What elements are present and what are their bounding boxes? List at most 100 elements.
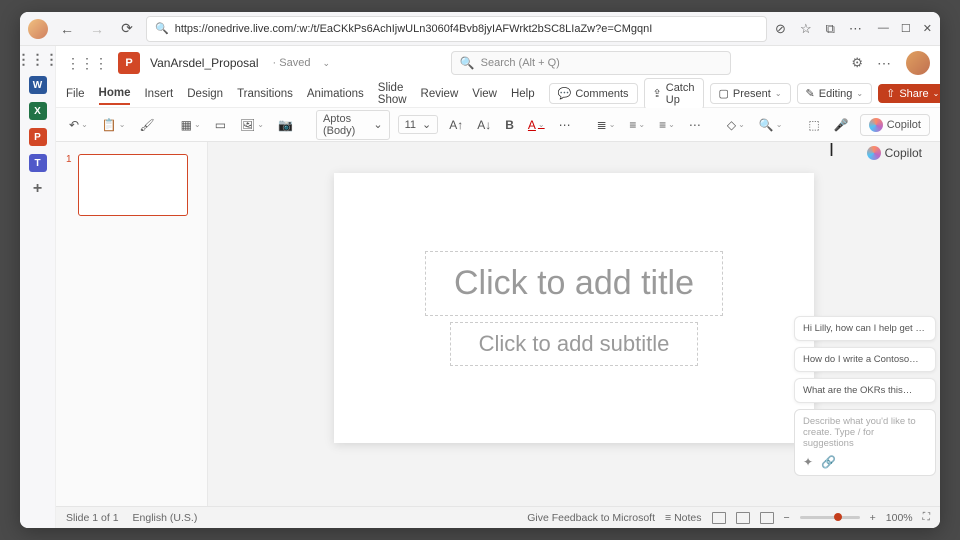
tab-transitions[interactable]: Transitions bbox=[237, 84, 293, 104]
address-bar[interactable]: 🔍 https://onedrive.live.com/:w:/t/EaCKkP… bbox=[146, 16, 767, 42]
notes-button[interactable]: ≡ Notes bbox=[665, 512, 701, 524]
image-button[interactable]: 🖼⌄ bbox=[237, 116, 267, 134]
tracking-icon[interactable]: ⊘ bbox=[775, 21, 786, 37]
profile-avatar-icon[interactable] bbox=[28, 19, 48, 39]
close-button[interactable]: ✕ bbox=[923, 22, 932, 35]
zoom-level[interactable]: 100% bbox=[886, 512, 913, 524]
new-slide-button[interactable]: ▦⌄ bbox=[178, 116, 204, 134]
editing-button[interactable]: ✎ Editing⌄ bbox=[797, 83, 873, 104]
search-placeholder: Search (Alt + Q) bbox=[481, 57, 560, 69]
title-chevron-icon[interactable]: ⌄ bbox=[322, 58, 330, 69]
bold-button[interactable]: B bbox=[502, 116, 517, 134]
slide-thumbnails: 1 bbox=[56, 142, 208, 506]
copilot-input-placeholder: Describe what you'd like to create. Type… bbox=[803, 416, 927, 449]
collections-icon[interactable]: ⧉ bbox=[826, 21, 835, 37]
catchup-button[interactable]: ⇪ Catch Up bbox=[644, 78, 704, 110]
tab-slideshow[interactable]: Slide Show bbox=[378, 78, 407, 110]
tab-animations[interactable]: Animations bbox=[307, 84, 364, 104]
find-button[interactable]: 🔍⌄ bbox=[756, 116, 786, 134]
forward-button: → bbox=[86, 18, 108, 40]
copilot-suggestion-2[interactable]: What are the OKRs this… bbox=[794, 378, 936, 403]
subtitle-placeholder[interactable]: Click to add subtitle bbox=[450, 322, 699, 366]
photo-button[interactable]: 📷 bbox=[275, 116, 296, 134]
word-icon[interactable]: W bbox=[29, 76, 47, 94]
layout-button[interactable]: ▭ bbox=[212, 116, 229, 134]
settings-icon[interactable]: ⚙ bbox=[851, 55, 863, 71]
search-mag-icon: 🔍 bbox=[460, 56, 475, 70]
copilot-label: Copilot bbox=[885, 146, 922, 160]
decrease-font-icon[interactable]: A↓ bbox=[474, 116, 494, 134]
copilot-input[interactable]: Describe what you'd like to create. Type… bbox=[794, 409, 936, 476]
font-color-button[interactable]: A⌄ bbox=[525, 116, 548, 134]
font-select[interactable]: Aptos (Body)⌄ bbox=[316, 110, 390, 140]
thumb-number: 1 bbox=[66, 154, 72, 216]
slide-thumbnail-1[interactable] bbox=[78, 154, 188, 216]
addins-icon[interactable]: ▦ bbox=[938, 116, 940, 134]
tab-insert[interactable]: Insert bbox=[144, 84, 173, 104]
slide-1: Click to add title Click to add subtitle bbox=[334, 173, 814, 443]
shapes-button[interactable]: ◇⌄ bbox=[724, 116, 748, 134]
share-button[interactable]: ⇧ Share⌄ bbox=[878, 84, 940, 103]
maximize-button[interactable]: ☐ bbox=[901, 22, 911, 35]
sparkle-icon[interactable]: ✦ bbox=[803, 455, 813, 469]
add-app-icon[interactable]: + bbox=[29, 180, 47, 198]
comments-button[interactable]: 💬 Comments bbox=[549, 83, 638, 104]
present-button[interactable]: ▢ Present⌄ bbox=[710, 83, 791, 104]
more-para-icon[interactable]: ⋯ bbox=[686, 116, 704, 134]
slide-counter[interactable]: Slide 1 of 1 bbox=[66, 512, 119, 524]
tab-home[interactable]: Home bbox=[99, 83, 131, 105]
back-button[interactable]: ← bbox=[56, 18, 78, 40]
normal-view-icon[interactable] bbox=[712, 512, 726, 524]
favorite-icon[interactable]: ☆ bbox=[800, 21, 812, 37]
tab-view[interactable]: View bbox=[472, 84, 497, 104]
designer-button[interactable]: ⬚ bbox=[805, 116, 822, 134]
tab-design[interactable]: Design bbox=[187, 84, 223, 104]
overflow-icon[interactable]: ⋯ bbox=[877, 55, 892, 72]
status-bar: Slide 1 of 1 English (U.S.) Give Feedbac… bbox=[56, 506, 940, 528]
tab-help[interactable]: Help bbox=[511, 84, 535, 104]
fit-view-icon[interactable]: ⛶ bbox=[923, 511, 930, 524]
excel-icon[interactable]: X bbox=[29, 102, 47, 120]
more-icon[interactable]: ⋯ bbox=[849, 21, 862, 37]
paste-button[interactable]: 📋⌄ bbox=[99, 116, 129, 134]
search-icon: 🔍 bbox=[155, 22, 169, 35]
more-font-icon[interactable]: ⋯ bbox=[556, 116, 574, 134]
undo-button[interactable]: ↶⌄ bbox=[66, 116, 91, 134]
minimize-button[interactable]: — bbox=[878, 22, 889, 35]
numbering-button[interactable]: ≡⌄ bbox=[626, 116, 648, 134]
powerpoint-logo-icon: P bbox=[118, 52, 140, 74]
font-size-select[interactable]: 11⌄ bbox=[398, 115, 439, 134]
zoom-in-button[interactable]: + bbox=[870, 512, 876, 524]
document-name[interactable]: VanArsdel_Proposal bbox=[150, 56, 259, 70]
user-avatar-icon[interactable] bbox=[906, 51, 930, 75]
app-window: ← → ⟳ 🔍 https://onedrive.live.com/:w:/t/… bbox=[20, 12, 940, 528]
text-cursor-icon: I bbox=[829, 142, 834, 161]
title-placeholder[interactable]: Click to add title bbox=[425, 251, 723, 316]
copilot-greeting: Hi Lilly, how can I help get you started… bbox=[794, 316, 936, 341]
search-input[interactable]: 🔍 Search (Alt + Q) bbox=[451, 51, 731, 75]
increase-font-icon[interactable]: A↑ bbox=[446, 116, 466, 134]
dictate-icon[interactable]: 🎤 bbox=[831, 116, 852, 134]
reading-view-icon[interactable] bbox=[760, 512, 774, 524]
app-launcher-icon[interactable]: ⋮⋮⋮ bbox=[29, 50, 47, 68]
format-painter-icon[interactable]: 🖌 bbox=[136, 116, 157, 134]
tab-file[interactable]: File bbox=[66, 84, 85, 104]
teams-icon[interactable]: T bbox=[29, 154, 47, 172]
chevron-down-icon: ⌄ bbox=[373, 118, 382, 131]
feedback-link[interactable]: Give Feedback to Microsoft bbox=[527, 512, 655, 524]
tab-review[interactable]: Review bbox=[421, 84, 459, 104]
waffle-icon[interactable]: ⋮⋮⋮ bbox=[66, 55, 108, 72]
sorter-view-icon[interactable] bbox=[736, 512, 750, 524]
refresh-button[interactable]: ⟳ bbox=[116, 18, 138, 40]
bullets-button[interactable]: ≣⌄ bbox=[594, 116, 619, 134]
copilot-suggestion-1[interactable]: How do I write a Contoso… bbox=[794, 347, 936, 372]
language-status[interactable]: English (U.S.) bbox=[133, 512, 198, 524]
slide-canvas[interactable]: Click to add title Click to add subtitle… bbox=[208, 142, 940, 506]
attach-icon[interactable]: 🔗 bbox=[821, 455, 836, 469]
window-controls: — ☐ ✕ bbox=[878, 22, 932, 35]
copilot-button[interactable]: Copilot bbox=[860, 114, 930, 136]
align-button[interactable]: ≡⌄ bbox=[656, 116, 678, 134]
powerpoint-icon[interactable]: P bbox=[29, 128, 47, 146]
zoom-slider[interactable] bbox=[800, 516, 860, 519]
zoom-out-button[interactable]: − bbox=[784, 512, 790, 524]
